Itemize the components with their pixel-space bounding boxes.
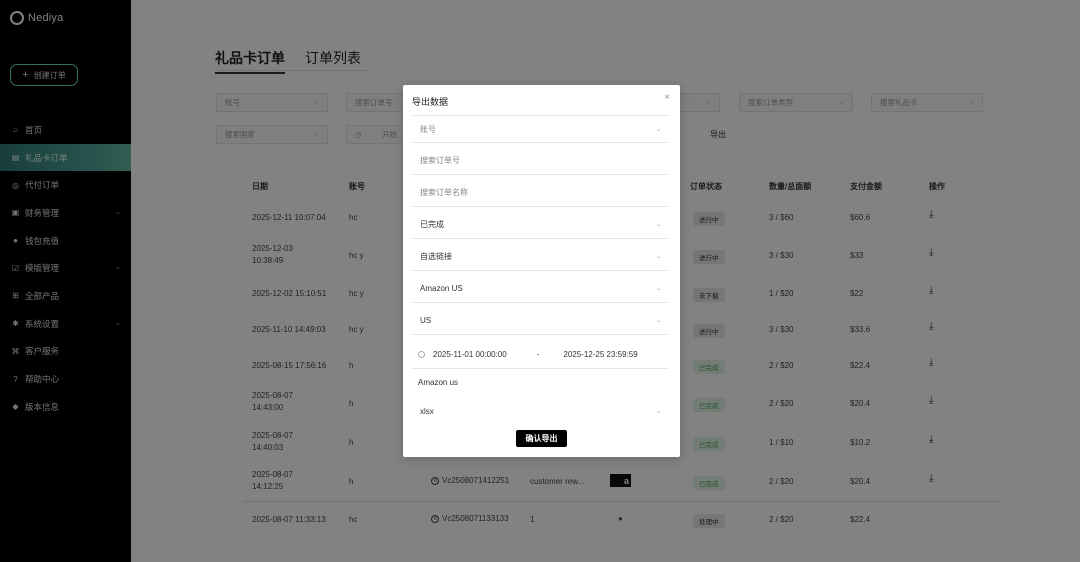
order-no-input[interactable]: 搜索订单号 (412, 147, 669, 175)
field-value: US (420, 316, 432, 325)
chevron-down-icon: ⌄ (655, 318, 661, 324)
field-placeholder: 搜索订单号 (420, 156, 460, 165)
chevron-down-icon: ⌄ (655, 408, 661, 415)
country-select[interactable]: US ⌄ (412, 307, 669, 335)
field-value: 自选链接 (420, 252, 452, 261)
link-type-select[interactable]: 自选链接 ⌄ (412, 243, 669, 271)
field-placeholder: 搜索订单名称 (420, 188, 468, 197)
chevron-down-icon: ⌄ (655, 222, 661, 228)
date-start[interactable]: 2025-11-01 00:00:00 (433, 350, 507, 359)
close-icon[interactable]: × (664, 92, 670, 103)
format-select[interactable]: xlsx ⌄ (412, 397, 669, 425)
date-separator: - (536, 350, 540, 359)
clock-icon (418, 351, 425, 358)
field-value: 账号 (420, 124, 436, 134)
order-name-input[interactable]: 搜索订单名称 (412, 179, 669, 207)
dialog-title: 导出数据 (412, 97, 449, 107)
selected-card-label: Amazon us (418, 378, 459, 387)
chevron-down-icon: ⌄ (655, 126, 661, 133)
field-value: 已完成 (420, 220, 444, 229)
chevron-down-icon: ⌄ (655, 286, 661, 292)
field-value: xlsx (420, 406, 434, 416)
date-range-picker[interactable]: 2025-11-01 00:00:00 - 2025-12-25 23:59:5… (412, 341, 669, 369)
export-dialog: 导出数据 × 账号 ⌄ 搜索订单号 搜索订单名称 已完成 ⌄ 自选链接 ⌄ Amazo… (403, 85, 680, 457)
chevron-down-icon: ⌄ (655, 254, 661, 260)
gift-card-select[interactable]: Amazon US ⌄ (412, 275, 669, 303)
account-select[interactable]: 账号 ⌄ (412, 115, 669, 143)
status-select[interactable]: 已完成 ⌄ (412, 211, 669, 239)
date-end[interactable]: 2025-12-25 23:59:59 (563, 350, 637, 359)
confirm-export-button[interactable]: 确认导出 (516, 430, 567, 447)
field-value: Amazon US (420, 284, 463, 293)
